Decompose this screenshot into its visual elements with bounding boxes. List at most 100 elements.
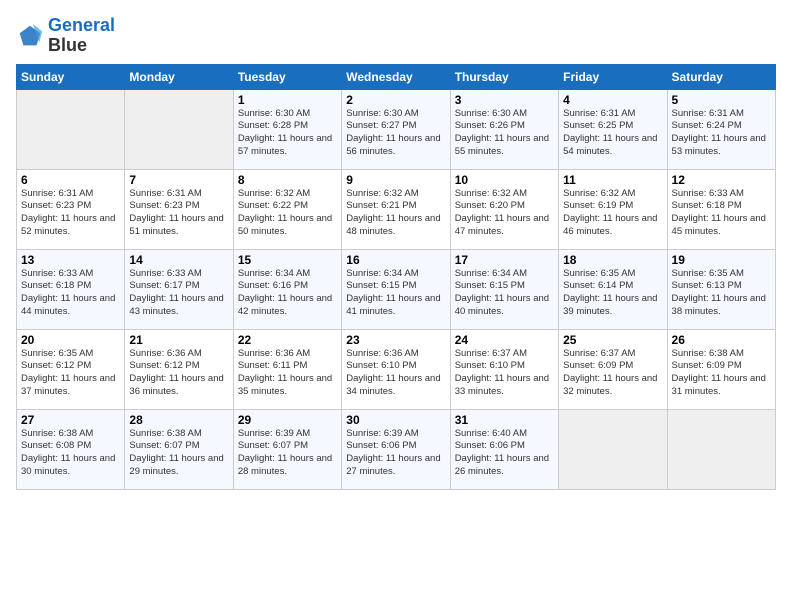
day-info: Sunrise: 6:39 AMSunset: 6:07 PMDaylight:…: [238, 428, 337, 479]
day-number: 18: [563, 253, 662, 267]
calendar-cell: 8Sunrise: 6:32 AMSunset: 6:22 PMDaylight…: [233, 169, 341, 249]
day-number: 2: [346, 93, 445, 107]
day-info: Sunrise: 6:33 AMSunset: 6:17 PMDaylight:…: [129, 268, 228, 319]
weekday-header-saturday: Saturday: [667, 64, 775, 89]
day-number: 31: [455, 413, 554, 427]
day-number: 29: [238, 413, 337, 427]
calendar-cell: 26Sunrise: 6:38 AMSunset: 6:09 PMDayligh…: [667, 329, 775, 409]
day-number: 20: [21, 333, 120, 347]
calendar-cell: [125, 89, 233, 169]
day-info: Sunrise: 6:33 AMSunset: 6:18 PMDaylight:…: [21, 268, 120, 319]
day-number: 4: [563, 93, 662, 107]
logo-text: General Blue: [48, 16, 115, 56]
day-info: Sunrise: 6:33 AMSunset: 6:18 PMDaylight:…: [672, 188, 771, 239]
calendar-cell: 7Sunrise: 6:31 AMSunset: 6:23 PMDaylight…: [125, 169, 233, 249]
calendar-week-3: 13Sunrise: 6:33 AMSunset: 6:18 PMDayligh…: [17, 249, 776, 329]
calendar-cell: 5Sunrise: 6:31 AMSunset: 6:24 PMDaylight…: [667, 89, 775, 169]
day-info: Sunrise: 6:38 AMSunset: 6:07 PMDaylight:…: [129, 428, 228, 479]
calendar-cell: 18Sunrise: 6:35 AMSunset: 6:14 PMDayligh…: [559, 249, 667, 329]
calendar-cell: 23Sunrise: 6:36 AMSunset: 6:10 PMDayligh…: [342, 329, 450, 409]
day-number: 30: [346, 413, 445, 427]
calendar-cell: 17Sunrise: 6:34 AMSunset: 6:15 PMDayligh…: [450, 249, 558, 329]
day-number: 23: [346, 333, 445, 347]
day-info: Sunrise: 6:32 AMSunset: 6:21 PMDaylight:…: [346, 188, 445, 239]
calendar-table: SundayMondayTuesdayWednesdayThursdayFrid…: [16, 64, 776, 490]
weekday-header-monday: Monday: [125, 64, 233, 89]
day-number: 1: [238, 93, 337, 107]
calendar-cell: [17, 89, 125, 169]
day-number: 28: [129, 413, 228, 427]
logo-icon: [16, 22, 44, 50]
day-number: 11: [563, 173, 662, 187]
day-info: Sunrise: 6:31 AMSunset: 6:25 PMDaylight:…: [563, 108, 662, 159]
calendar-cell: 1Sunrise: 6:30 AMSunset: 6:28 PMDaylight…: [233, 89, 341, 169]
day-info: Sunrise: 6:35 AMSunset: 6:12 PMDaylight:…: [21, 348, 120, 399]
day-number: 14: [129, 253, 228, 267]
calendar-cell: 15Sunrise: 6:34 AMSunset: 6:16 PMDayligh…: [233, 249, 341, 329]
logo: General Blue: [16, 16, 115, 56]
day-info: Sunrise: 6:36 AMSunset: 6:12 PMDaylight:…: [129, 348, 228, 399]
calendar-cell: 22Sunrise: 6:36 AMSunset: 6:11 PMDayligh…: [233, 329, 341, 409]
day-number: 17: [455, 253, 554, 267]
weekday-header-friday: Friday: [559, 64, 667, 89]
day-info: Sunrise: 6:34 AMSunset: 6:16 PMDaylight:…: [238, 268, 337, 319]
calendar-cell: 27Sunrise: 6:38 AMSunset: 6:08 PMDayligh…: [17, 409, 125, 489]
calendar-cell: 3Sunrise: 6:30 AMSunset: 6:26 PMDaylight…: [450, 89, 558, 169]
day-number: 12: [672, 173, 771, 187]
calendar-cell: 4Sunrise: 6:31 AMSunset: 6:25 PMDaylight…: [559, 89, 667, 169]
calendar-cell: 24Sunrise: 6:37 AMSunset: 6:10 PMDayligh…: [450, 329, 558, 409]
day-number: 5: [672, 93, 771, 107]
calendar-cell: 30Sunrise: 6:39 AMSunset: 6:06 PMDayligh…: [342, 409, 450, 489]
calendar-cell: 10Sunrise: 6:32 AMSunset: 6:20 PMDayligh…: [450, 169, 558, 249]
day-info: Sunrise: 6:36 AMSunset: 6:11 PMDaylight:…: [238, 348, 337, 399]
calendar-cell: 25Sunrise: 6:37 AMSunset: 6:09 PMDayligh…: [559, 329, 667, 409]
day-info: Sunrise: 6:32 AMSunset: 6:22 PMDaylight:…: [238, 188, 337, 239]
day-info: Sunrise: 6:32 AMSunset: 6:19 PMDaylight:…: [563, 188, 662, 239]
day-number: 8: [238, 173, 337, 187]
day-number: 6: [21, 173, 120, 187]
day-info: Sunrise: 6:34 AMSunset: 6:15 PMDaylight:…: [346, 268, 445, 319]
weekday-header-wednesday: Wednesday: [342, 64, 450, 89]
day-info: Sunrise: 6:30 AMSunset: 6:26 PMDaylight:…: [455, 108, 554, 159]
day-number: 7: [129, 173, 228, 187]
weekday-header-thursday: Thursday: [450, 64, 558, 89]
day-number: 22: [238, 333, 337, 347]
day-info: Sunrise: 6:34 AMSunset: 6:15 PMDaylight:…: [455, 268, 554, 319]
day-info: Sunrise: 6:38 AMSunset: 6:09 PMDaylight:…: [672, 348, 771, 399]
day-info: Sunrise: 6:31 AMSunset: 6:23 PMDaylight:…: [129, 188, 228, 239]
weekday-header-sunday: Sunday: [17, 64, 125, 89]
calendar-week-4: 20Sunrise: 6:35 AMSunset: 6:12 PMDayligh…: [17, 329, 776, 409]
weekday-header-tuesday: Tuesday: [233, 64, 341, 89]
calendar-week-5: 27Sunrise: 6:38 AMSunset: 6:08 PMDayligh…: [17, 409, 776, 489]
day-info: Sunrise: 6:37 AMSunset: 6:10 PMDaylight:…: [455, 348, 554, 399]
calendar-cell: 11Sunrise: 6:32 AMSunset: 6:19 PMDayligh…: [559, 169, 667, 249]
calendar-cell: 9Sunrise: 6:32 AMSunset: 6:21 PMDaylight…: [342, 169, 450, 249]
day-info: Sunrise: 6:38 AMSunset: 6:08 PMDaylight:…: [21, 428, 120, 479]
calendar-cell: 16Sunrise: 6:34 AMSunset: 6:15 PMDayligh…: [342, 249, 450, 329]
calendar-cell: 31Sunrise: 6:40 AMSunset: 6:06 PMDayligh…: [450, 409, 558, 489]
day-number: 3: [455, 93, 554, 107]
calendar-cell: 14Sunrise: 6:33 AMSunset: 6:17 PMDayligh…: [125, 249, 233, 329]
day-info: Sunrise: 6:31 AMSunset: 6:24 PMDaylight:…: [672, 108, 771, 159]
day-number: 24: [455, 333, 554, 347]
day-info: Sunrise: 6:35 AMSunset: 6:14 PMDaylight:…: [563, 268, 662, 319]
calendar-cell: 2Sunrise: 6:30 AMSunset: 6:27 PMDaylight…: [342, 89, 450, 169]
day-number: 26: [672, 333, 771, 347]
calendar-cell: 20Sunrise: 6:35 AMSunset: 6:12 PMDayligh…: [17, 329, 125, 409]
day-number: 13: [21, 253, 120, 267]
day-info: Sunrise: 6:31 AMSunset: 6:23 PMDaylight:…: [21, 188, 120, 239]
calendar-cell: [667, 409, 775, 489]
calendar-cell: 13Sunrise: 6:33 AMSunset: 6:18 PMDayligh…: [17, 249, 125, 329]
day-number: 27: [21, 413, 120, 427]
calendar-week-1: 1Sunrise: 6:30 AMSunset: 6:28 PMDaylight…: [17, 89, 776, 169]
day-info: Sunrise: 6:30 AMSunset: 6:28 PMDaylight:…: [238, 108, 337, 159]
calendar-cell: 6Sunrise: 6:31 AMSunset: 6:23 PMDaylight…: [17, 169, 125, 249]
day-number: 19: [672, 253, 771, 267]
day-number: 10: [455, 173, 554, 187]
day-number: 15: [238, 253, 337, 267]
day-number: 21: [129, 333, 228, 347]
calendar-cell: 19Sunrise: 6:35 AMSunset: 6:13 PMDayligh…: [667, 249, 775, 329]
calendar-cell: 29Sunrise: 6:39 AMSunset: 6:07 PMDayligh…: [233, 409, 341, 489]
calendar-cell: 12Sunrise: 6:33 AMSunset: 6:18 PMDayligh…: [667, 169, 775, 249]
calendar-week-2: 6Sunrise: 6:31 AMSunset: 6:23 PMDaylight…: [17, 169, 776, 249]
